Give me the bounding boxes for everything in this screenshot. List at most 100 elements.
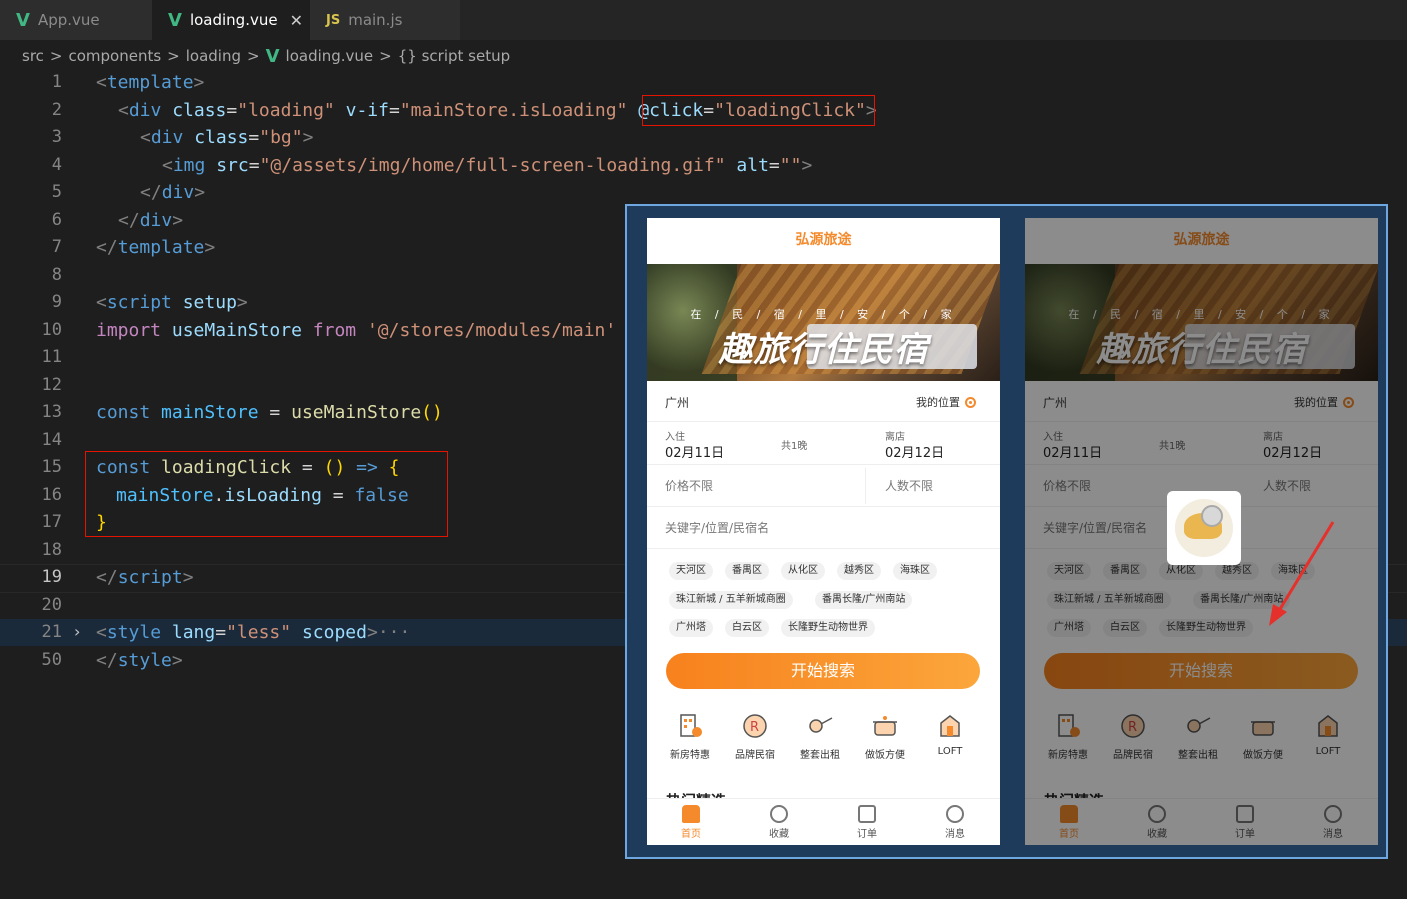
breadcrumb-item[interactable]: src xyxy=(22,47,44,65)
nav-label: 收藏 xyxy=(769,829,789,840)
vue-file-icon: V xyxy=(265,45,280,67)
line-number: 2 xyxy=(51,99,62,120)
order-icon xyxy=(858,805,876,823)
breadcrumb: src > components > loading > V loading.v… xyxy=(22,44,510,68)
nav-favorites[interactable]: 收藏 xyxy=(749,805,809,840)
preview-panel: 弘源旅途 在 / 民 / 宿 / 里 / 安 / 个 / 家 趣旅行住民宿 广州… xyxy=(625,204,1388,859)
banner-subtitle: 在 / 民 / 宿 / 里 / 安 / 个 / 家 xyxy=(690,308,957,321)
line-number: 50 xyxy=(41,649,62,670)
line-number: 12 xyxy=(41,374,62,395)
fold-chevron-icon[interactable]: › xyxy=(74,622,80,641)
line-number: 7 xyxy=(51,237,62,257)
category-loft[interactable]: LOFT xyxy=(920,712,980,757)
vue-file-icon: V xyxy=(16,9,30,31)
app-brand-title: 弘源旅途 xyxy=(795,232,852,248)
code-line: </template> xyxy=(96,237,216,258)
line-number: 13 xyxy=(41,402,62,422)
code-line: import useMainStore from '@/stores/modul… xyxy=(96,319,617,341)
breadcrumb-item[interactable]: {} script setup xyxy=(398,47,510,65)
tab-app-vue[interactable]: V App.vue xyxy=(0,0,152,40)
line-number: 15 xyxy=(41,457,62,477)
nav-home[interactable]: 首页 xyxy=(661,805,721,840)
code-line: </script> xyxy=(96,567,194,588)
chevron-right-icon: > xyxy=(247,47,260,65)
keyword-input[interactable]: 关键字/位置/民宿名 xyxy=(665,519,769,536)
phone-screen-before: 弘源旅途 在 / 民 / 宿 / 里 / 安 / 个 / 家 趣旅行住民宿 广州… xyxy=(647,218,1000,845)
category-label: 品牌民宿 xyxy=(735,750,775,761)
code-line: <style lang="less" scoped>··· xyxy=(96,622,411,643)
tab-bar: V App.vue V loading.vue ✕ JS main.js xyxy=(0,0,1407,40)
category-whole-rent[interactable]: 整套出租 xyxy=(790,712,850,761)
tab-label: loading.vue xyxy=(189,11,278,29)
home-banner: 在 / 民 / 宿 / 里 / 安 / 个 / 家 趣旅行住民宿 xyxy=(647,264,1000,381)
checkout-label: 离店 xyxy=(885,432,905,443)
nav-orders[interactable]: 订单 xyxy=(837,805,897,840)
loading-click-function-highlight-box xyxy=(85,451,448,537)
line-number: 10 xyxy=(41,319,62,340)
location-icon xyxy=(965,396,976,408)
start-search-button[interactable]: 开始搜索 xyxy=(666,653,980,689)
my-position-label: 我的位置 xyxy=(916,396,960,409)
code-line: </div> xyxy=(140,182,206,203)
hot-tag[interactable]: 番禺区 xyxy=(725,562,769,580)
price-filter[interactable]: 价格不限 xyxy=(665,477,713,494)
my-position-button[interactable]: 我的位置 xyxy=(916,394,976,410)
line-number: 4 xyxy=(51,154,62,175)
tab-label: App.vue xyxy=(37,11,100,29)
chevron-right-icon: > xyxy=(379,47,392,65)
code-line: <script setup> xyxy=(96,292,248,313)
hot-tag[interactable]: 海珠区 xyxy=(893,562,937,580)
code-line: <div class="bg"> xyxy=(140,127,314,148)
code-line: </style> xyxy=(96,649,183,671)
line-number: 21 xyxy=(41,622,62,642)
line-number: 3 xyxy=(51,127,62,147)
hot-tag[interactable]: 天河区 xyxy=(669,562,713,580)
tab-loading-vue[interactable]: V loading.vue ✕ xyxy=(152,0,310,40)
message-icon xyxy=(946,805,964,823)
vue-file-icon: V xyxy=(168,9,182,31)
nights-count: 共1晚 xyxy=(781,441,808,452)
key-icon xyxy=(806,712,834,740)
line-number: 14 xyxy=(41,429,62,450)
breadcrumb-item[interactable]: loading.vue xyxy=(286,47,374,65)
nav-label: 消息 xyxy=(945,829,965,840)
line-number-current: 19 xyxy=(41,567,62,587)
loading-spinner[interactable] xyxy=(1167,491,1241,565)
people-filter[interactable]: 人数不限 xyxy=(885,477,933,494)
category-cooking[interactable]: 做饭方便 xyxy=(855,712,915,761)
bottom-nav: 首页 收藏 订单 消息 xyxy=(647,798,1000,845)
tab-main-js[interactable]: JS main.js xyxy=(310,0,460,40)
hot-tag[interactable]: 珠江新城 / 五羊新城商圈 xyxy=(669,591,793,609)
hot-tag[interactable]: 越秀区 xyxy=(837,562,881,580)
checkin-date[interactable]: 02月11日 xyxy=(665,442,724,461)
category-label: LOFT xyxy=(937,746,963,757)
hot-tag[interactable]: 广州塔 xyxy=(669,619,713,637)
category-label: 做饭方便 xyxy=(865,750,905,761)
nav-label: 订单 xyxy=(857,829,877,840)
hot-tag[interactable]: 白云区 xyxy=(725,619,769,637)
phone-screen-loading: 弘源旅途 在 / 民 / 宿 / 里 / 安 / 个 / 家 趣旅行住民宿 广州… xyxy=(1025,218,1378,845)
code-line: <img src="@/assets/img/home/full-screen-… xyxy=(162,154,813,176)
chevron-right-icon: > xyxy=(49,47,63,65)
checkout-date[interactable]: 02月12日 xyxy=(885,442,944,461)
breadcrumb-item[interactable]: components xyxy=(68,47,161,65)
nav-messages[interactable]: 消息 xyxy=(925,805,985,840)
hot-tag[interactable]: 长隆野生动物世界 xyxy=(781,619,875,637)
category-brand[interactable]: R 品牌民宿 xyxy=(725,712,785,761)
line-number: 5 xyxy=(51,182,62,202)
click-handler-highlight-box xyxy=(642,95,875,126)
line-number: 11 xyxy=(41,347,62,367)
checkin-label: 入住 xyxy=(665,432,685,443)
line-number: 1 xyxy=(51,72,62,92)
home-icon xyxy=(682,805,700,823)
hot-tag[interactable]: 从化区 xyxy=(781,562,825,580)
close-tab-icon[interactable]: ✕ xyxy=(290,11,303,30)
category-label: 新房特惠 xyxy=(670,750,710,761)
pot-icon xyxy=(871,712,899,740)
hot-tag[interactable]: 番禺长隆/广州南站 xyxy=(815,591,913,609)
category-new-house[interactable]: 新房特惠 xyxy=(660,712,720,761)
line-number: 6 xyxy=(51,209,62,230)
line-number: 20 xyxy=(41,594,62,615)
breadcrumb-item[interactable]: loading xyxy=(186,47,241,65)
city-select[interactable]: 广州 xyxy=(665,394,689,411)
